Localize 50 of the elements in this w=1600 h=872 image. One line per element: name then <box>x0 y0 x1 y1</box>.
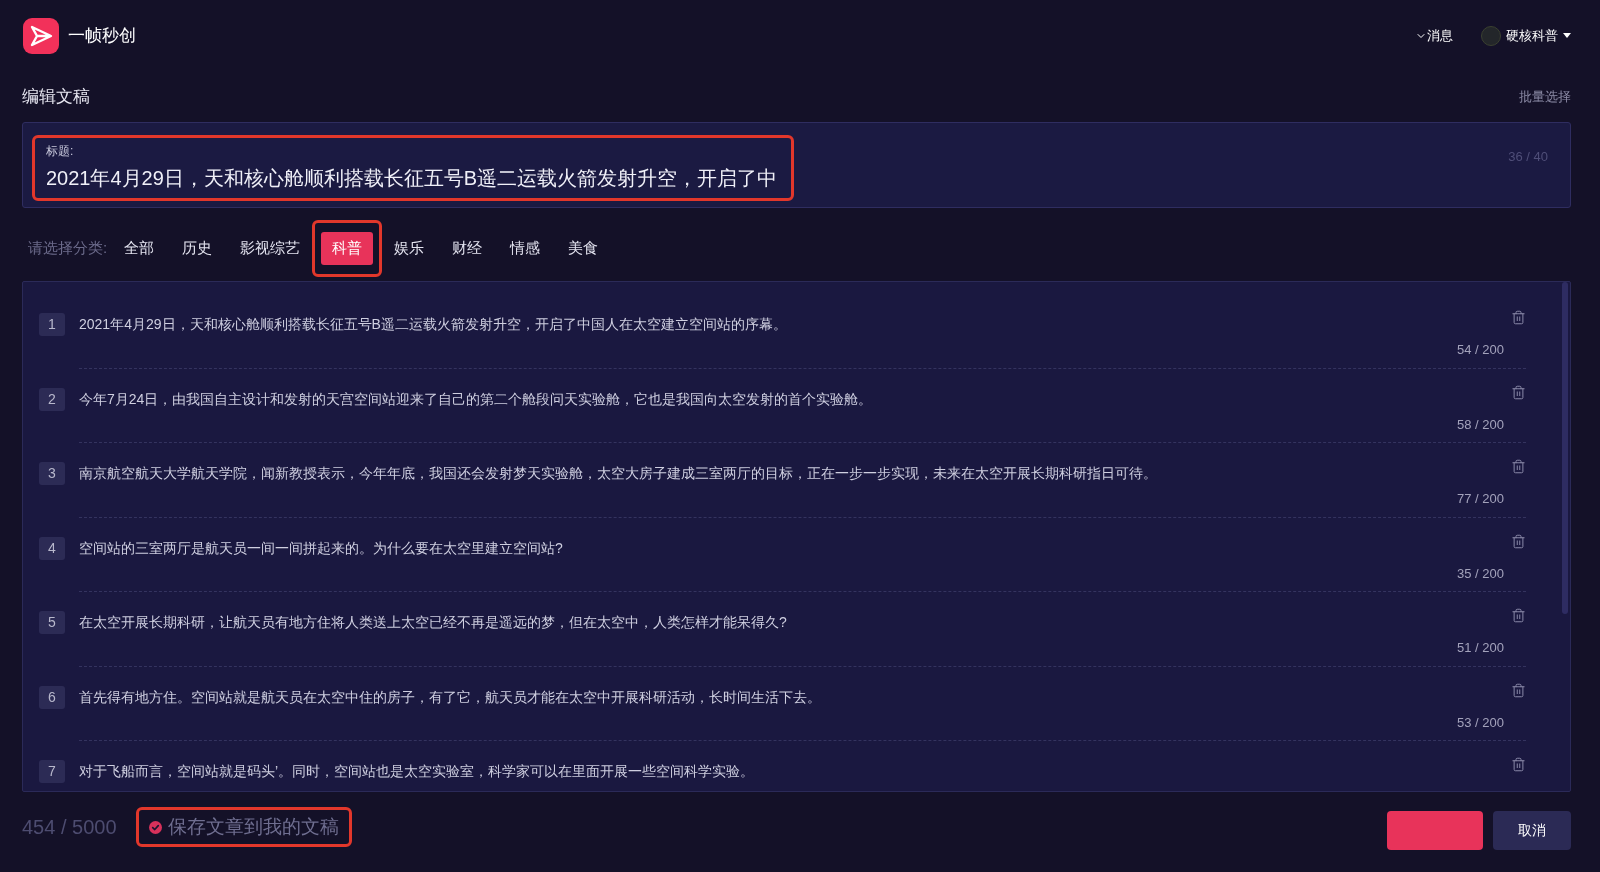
delete-icon[interactable] <box>1511 533 1526 549</box>
save-to-drafts-option[interactable]: 保存文章到我的文稿 <box>138 810 349 844</box>
caret-down-icon <box>1563 33 1571 38</box>
delete-icon[interactable] <box>1511 757 1526 772</box>
total-counter: 454 / 5000 <box>22 815 117 840</box>
page-title: 编辑文稿 <box>22 85 90 108</box>
delete-icon[interactable] <box>1511 608 1526 623</box>
paragraph-number: 4 <box>39 536 65 560</box>
primary-button[interactable] <box>1387 810 1483 850</box>
user-menu[interactable]: 硬核科普 <box>1481 25 1571 46</box>
category-tab[interactable]: 情感 <box>499 231 552 265</box>
category-tab[interactable]: 全部 <box>113 231 166 265</box>
batch-select-link[interactable]: 批量选择 <box>1519 86 1571 107</box>
category-tab[interactable]: 历史 <box>171 231 224 265</box>
paragraph-number: 1 <box>39 313 65 336</box>
logo-icon <box>23 17 59 54</box>
category-tab[interactable]: 科普 <box>321 231 374 265</box>
paragraph-text[interactable]: 在太空开展长期科研，让航天员有地方住将人类送上太空已经不再是遥远的梦，但在太空中，人类怎样才能呆得久? <box>79 612 787 632</box>
paragraph-number: 5 <box>39 611 65 634</box>
paragraph-counter: 51 / 200 <box>1457 641 1504 655</box>
category-tab[interactable]: 财经 <box>441 231 494 265</box>
paragraph-text[interactable]: 对于飞船而言，空间站就是码头’。同时，空间站也是太空实验室，科学家可以在里面开展一些空间科学实验。 <box>79 761 755 781</box>
paragraph-counter: 35 / 200 <box>1457 566 1504 581</box>
cancel-button[interactable]: 取消 <box>1493 810 1571 850</box>
paragraph-text[interactable]: 南京航空航天大学航天学院，闻新教授表示，今年年底，我国还会发射梦天实验舱，太空大房子建成三室两厅的目标，正在一步一步实现，未来在太空开展长期科研指日可待。 <box>79 463 1157 483</box>
paragraph-text[interactable]: 2021年4月29日，天和核心舱顺利搭载长征五号B遥二运载火箭发射升空，开启了中国人在太空建立空间站的序幕。 <box>79 314 787 334</box>
category-tab[interactable]: 美食 <box>557 231 610 265</box>
delete-icon[interactable] <box>1511 310 1526 325</box>
paragraph-counter: 54 / 200 <box>1457 343 1504 357</box>
category-tab[interactable]: 影视综艺 <box>229 231 312 265</box>
paragraph-counter: 53 / 200 <box>1457 715 1504 730</box>
app-name: 一帧秒创 <box>68 24 136 47</box>
paragraph-text[interactable]: 首先得有地方住。空间站就是航天员在太空中住的房子，有了它，航天员才能在太空中开展科研活动，长时间生活下去。 <box>79 686 821 707</box>
delete-icon[interactable] <box>1511 459 1526 474</box>
paragraph-text[interactable]: 今年7月24日，由我国自主设计和发射的天宫空间站迎来了自己的第二个舱段问天实验舱，它也是我国向太空发射的首个实验舱。 <box>79 388 873 409</box>
paragraph-number: 2 <box>39 387 65 411</box>
scrollbar-thumb[interactable] <box>1562 282 1568 614</box>
delete-icon[interactable] <box>1511 682 1526 698</box>
category-tab[interactable]: 娱乐 <box>383 231 436 265</box>
paragraph-counter: 77 / 200 <box>1457 492 1504 506</box>
paragraph-number: 7 <box>39 760 65 783</box>
delete-icon[interactable] <box>1511 384 1526 400</box>
paragraph-number: 3 <box>39 462 65 485</box>
paragraph-text[interactable]: 空间站的三室两厅是航天员一间一间拼起来的。为什么要在太空里建立空间站? <box>79 537 563 558</box>
avatar <box>1481 25 1501 46</box>
paragraph-counter: 58 / 200 <box>1457 417 1504 432</box>
category-label: 请选择分类: <box>28 237 108 258</box>
title-input[interactable]: 标题: 2021年4月29日，天和核心舱顺利搭载长征五号B遥二运载火箭发射升空，开启了中 <box>35 138 791 198</box>
paragraph-number: 6 <box>39 685 65 709</box>
messages-link[interactable]: 消息 <box>1415 25 1453 46</box>
